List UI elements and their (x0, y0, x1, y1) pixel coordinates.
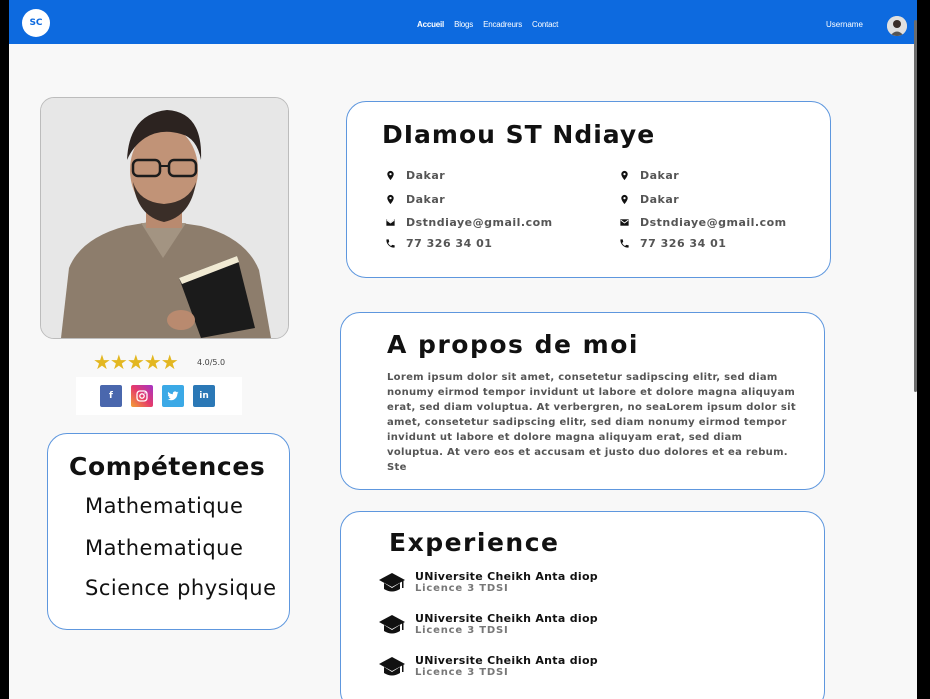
navbar: SC Accueil Blogs Encadreurs Contact User… (9, 0, 917, 44)
info-city-text: Dakar (640, 169, 680, 182)
graduation-cap-icon (379, 657, 405, 676)
location-pin-icon (621, 194, 628, 205)
nav-link-encadreurs[interactable]: Encadreurs (483, 20, 522, 29)
experience-school: UNiversite Cheikh Anta diop (415, 654, 598, 667)
experience-school: UNiversite Cheikh Anta diop (415, 612, 598, 625)
experience-title: Experience (389, 528, 560, 557)
social-links: f in (76, 377, 242, 415)
twitter-icon (167, 391, 179, 401)
experience-degree: Licence 3 TDSI (415, 583, 509, 594)
info-city: Dakar (619, 193, 679, 206)
linkedin-button[interactable]: in (193, 385, 215, 407)
linkedin-icon: in (199, 391, 209, 401)
experience-item: UNiversite Cheikh Anta diop Licence 3 TD… (378, 570, 598, 594)
info-city: Dakar (385, 169, 445, 182)
profile-photo (40, 97, 289, 339)
experience-school: UNiversite Cheikh Anta diop (415, 570, 598, 583)
info-email: Dstndiaye@gmail.com (619, 216, 787, 229)
facebook-button[interactable]: f (100, 385, 122, 407)
info-email: Dstndiaye@gmail.com (385, 216, 553, 229)
info-email-text[interactable]: Dstndiaye@gmail.com (406, 216, 553, 229)
skill-item: Mathematique (85, 494, 244, 518)
profile-person-image (41, 98, 288, 338)
page-scrollbar[interactable] (914, 20, 917, 392)
location-pin-icon (387, 194, 394, 205)
location-pin-icon (621, 170, 628, 181)
twitter-button[interactable] (162, 385, 184, 407)
location-pin-icon (387, 170, 394, 181)
info-city: Dakar (619, 169, 679, 182)
about-card: A propos de moi Lorem ipsum dolor sit am… (340, 312, 825, 490)
nav-links: Accueil Blogs Encadreurs Contact (417, 20, 568, 29)
nav-link-accueil[interactable]: Accueil (417, 20, 444, 29)
experience-degree: Licence 3 TDSI (415, 625, 509, 636)
skills-title: Compétences (69, 452, 266, 481)
experience-item: UNiversite Cheikh Anta diop Licence 3 TD… (378, 654, 598, 678)
skills-card: Compétences Mathematique Mathematique Sc… (47, 433, 290, 630)
facebook-icon: f (109, 391, 113, 401)
info-city-text: Dakar (640, 193, 680, 206)
logo[interactable]: SC (22, 9, 50, 37)
info-email-text[interactable]: Dstndiaye@gmail.com (640, 216, 787, 229)
about-text: Lorem ipsum dolor sit amet, consetetur s… (387, 372, 796, 473)
info-city-text: Dakar (406, 169, 446, 182)
experience-item: UNiversite Cheikh Anta diop Licence 3 TD… (378, 612, 598, 636)
experience-card: Experience UNiversite Cheikh Anta diop L… (340, 511, 825, 699)
instagram-button[interactable] (131, 385, 153, 407)
about-title: A propos de moi (387, 330, 639, 359)
phone-icon (386, 239, 395, 248)
rating-stars: ★★★★★ (93, 350, 179, 374)
graduation-cap-icon (379, 573, 405, 592)
info-phone-text: 77 326 34 01 (640, 237, 727, 250)
experience-degree: Licence 3 TDSI (415, 667, 509, 678)
mail-icon (386, 219, 395, 226)
info-phone-text: 77 326 34 01 (406, 237, 493, 250)
phone-icon (620, 239, 629, 248)
rating-text: 4.0/5.0 (197, 358, 226, 367)
profile-name: DIamou ST Ndiaye (382, 120, 656, 149)
info-phone: 77 326 34 01 (619, 237, 726, 250)
graduation-cap-icon (379, 615, 405, 634)
instagram-icon (136, 390, 148, 402)
skill-item: Science physique (85, 576, 277, 600)
info-phone: 77 326 34 01 (385, 237, 492, 250)
page: SC Accueil Blogs Encadreurs Contact User… (9, 0, 917, 699)
avatar-icon (887, 16, 907, 36)
username-link[interactable]: Username (826, 20, 863, 29)
mail-icon (620, 219, 629, 226)
info-city: Dakar (385, 193, 445, 206)
nav-link-contact[interactable]: Contact (532, 20, 558, 29)
info-city-text: Dakar (406, 193, 446, 206)
nav-link-blogs[interactable]: Blogs (454, 20, 473, 29)
info-card: DIamou ST Ndiaye Dakar Dakar Dstndiaye@g… (346, 101, 831, 278)
user-avatar[interactable] (887, 16, 907, 36)
skill-item: Mathematique (85, 536, 244, 560)
